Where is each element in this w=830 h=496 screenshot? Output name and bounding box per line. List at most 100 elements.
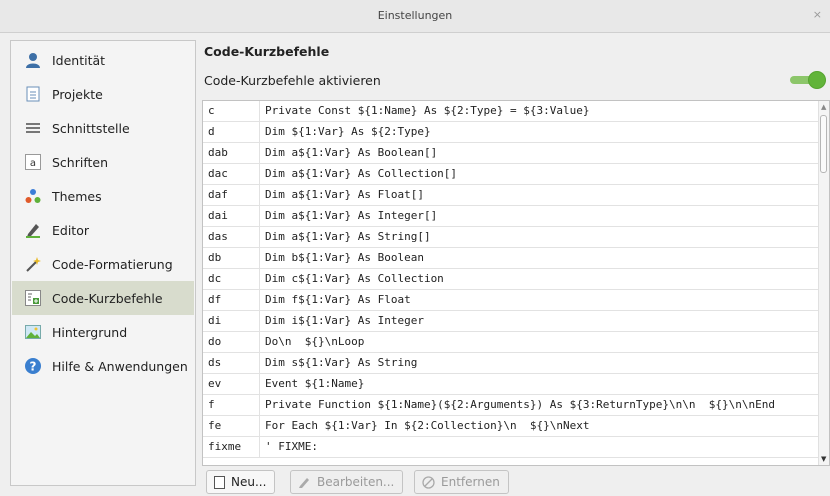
shortcut-code: Dim c${1:Var} As Collection	[265, 272, 444, 285]
sidebar-item-label: Code-Formatierung	[52, 256, 173, 272]
sidebar-item-label: Schnittstelle	[52, 120, 130, 136]
svg-text:?: ?	[30, 360, 37, 374]
sidebar-item-hintergrund[interactable]: Hintergrund	[12, 315, 194, 349]
project-file-icon	[25, 86, 41, 102]
pen-icon	[25, 222, 41, 238]
shortcut-code: Dim a${1:Var} As Integer[]	[265, 209, 438, 222]
shortcut-code: Dim i${1:Var} As Integer	[265, 314, 424, 327]
sidebar-item-code-formatierung[interactable]: Code-Formatierung	[12, 247, 194, 281]
shortcut-code: Dim a${1:Var} As String[]	[265, 230, 431, 243]
window-title: Einstellungen	[377, 9, 453, 22]
sidebar-item-label: Hintergrund	[52, 324, 128, 340]
sidebar-item-label: Schriften	[52, 154, 109, 170]
table-row[interactable]: dai Dim a${1:Var} As Integer[]	[203, 206, 819, 227]
table-row[interactable]: df Dim f${1:Var} As Float	[203, 290, 819, 311]
edit-button[interactable]: Bearbeiten...	[290, 470, 404, 494]
new-document-icon	[214, 475, 225, 489]
table-row[interactable]: di Dim i${1:Var} As Integer	[203, 311, 819, 332]
remove-circle-icon	[422, 475, 435, 489]
table-row[interactable]: d Dim ${1:Var} As ${2:Type}	[203, 122, 819, 143]
code-snippet-icon	[25, 290, 41, 306]
settings-sidebar: Identität Projekte Schnittstelle a Schri…	[10, 40, 196, 486]
scrollbar-thumb[interactable]	[820, 115, 827, 173]
shortcut-code: Private Function ${1:Name}(${2:Arguments…	[265, 398, 775, 411]
close-icon[interactable]: ×	[813, 8, 822, 21]
shortcuts-table: c Private Const ${1:Name} As ${2:Type} = …	[202, 100, 830, 466]
table-row[interactable]: dab Dim a${1:Var} As Boolean[]	[203, 143, 819, 164]
shortcut-key: fe	[203, 416, 260, 436]
enable-shortcuts-label: Code-Kurzbefehle aktivieren	[204, 73, 381, 88]
sidebar-item-label: Identität	[52, 52, 106, 68]
shortcut-code: Dim a${1:Var} As Float[]	[265, 188, 424, 201]
table-row[interactable]: dc Dim c${1:Var} As Collection	[203, 269, 819, 290]
shortcut-key: c	[203, 101, 260, 121]
magic-wand-icon	[25, 256, 41, 272]
table-row[interactable]: do Do\n ${}\nLoop	[203, 332, 819, 353]
shortcut-code: Dim ${1:Var} As ${2:Type}	[265, 125, 431, 138]
table-row[interactable]: f Private Function ${1:Name}(${2:Argument…	[203, 395, 819, 416]
sidebar-item-code-kurzbefehle[interactable]: Code-Kurzbefehle	[12, 281, 194, 315]
shortcut-key: di	[203, 311, 260, 331]
toggle-knob	[808, 71, 826, 89]
sidebar-item-schriften[interactable]: a Schriften	[12, 145, 194, 179]
shortcut-key: f	[203, 395, 260, 415]
remove-button-label: Entfernen	[441, 475, 500, 489]
table-row[interactable]: dac Dim a${1:Var} As Collection[]	[203, 164, 819, 185]
table-row[interactable]: db Dim b${1:Var} As Boolean	[203, 248, 819, 269]
help-icon: ?	[25, 358, 41, 374]
shortcut-code: Dim b${1:Var} As Boolean	[265, 251, 424, 264]
table-row[interactable]: daf Dim a${1:Var} As Float[]	[203, 185, 819, 206]
enable-shortcuts-toggle[interactable]	[790, 70, 826, 90]
scroll-up-icon[interactable]: ▲	[821, 103, 826, 111]
shortcut-code: Do\n ${}\nLoop	[265, 335, 365, 348]
shortcut-code: Private Const ${1:Name} As ${2:Type} = $…	[265, 104, 590, 117]
main-panel: Code-Kurzbefehle Code-Kurzbefehle aktivi…	[196, 40, 830, 496]
shortcut-key: daf	[203, 185, 260, 205]
new-button[interactable]: Neu...	[206, 470, 276, 494]
sidebar-item-projekte[interactable]: Projekte	[12, 77, 194, 111]
table-row[interactable]: ds Dim s${1:Var} As String	[203, 353, 819, 374]
svg-text:a: a	[30, 158, 36, 169]
image-icon	[25, 324, 41, 340]
sidebar-item-hilfe[interactable]: ? Hilfe & Anwendungen	[12, 349, 194, 383]
shortcut-code: Event ${1:Name}	[265, 377, 365, 390]
table-row[interactable]: fe For Each ${1:Var} In ${2:Collection}\n…	[203, 416, 819, 437]
shortcut-code: For Each ${1:Var} In ${2:Collection}\n $…	[265, 419, 590, 432]
shortcut-key: dc	[203, 269, 260, 289]
table-row[interactable]: ev Event ${1:Name}	[203, 374, 819, 395]
shortcut-key: db	[203, 248, 260, 268]
sidebar-item-schnittstelle[interactable]: Schnittstelle	[12, 111, 194, 145]
shortcut-code: Dim a${1:Var} As Collection[]	[265, 167, 458, 180]
edit-button-label: Bearbeiten...	[317, 475, 395, 489]
shortcut-key: das	[203, 227, 260, 247]
sidebar-item-themes[interactable]: Themes	[12, 179, 194, 213]
font-icon: a	[25, 154, 41, 170]
sidebar-item-identitaet[interactable]: Identität	[12, 43, 194, 77]
table-row[interactable]: das Dim a${1:Var} As String[]	[203, 227, 819, 248]
shortcut-code: Dim s${1:Var} As String	[265, 356, 418, 369]
scroll-down-icon[interactable]: ▼	[821, 455, 826, 463]
sidebar-item-editor[interactable]: Editor	[12, 213, 194, 247]
shortcut-key: do	[203, 332, 260, 352]
remove-button[interactable]: Entfernen	[414, 470, 509, 494]
table-scrollbar[interactable]: ▲ ▼	[818, 101, 829, 465]
shortcut-code: ' FIXME:	[265, 440, 318, 453]
new-button-label: Neu...	[231, 475, 267, 489]
sidebar-item-label: Editor	[52, 222, 89, 238]
shortcut-key: ev	[203, 374, 260, 394]
shortcut-code: Dim a${1:Var} As Boolean[]	[265, 146, 438, 159]
shortcut-key: ds	[203, 353, 260, 373]
table-row[interactable]: fixme ' FIXME:	[203, 437, 819, 458]
edit-pen-icon	[298, 476, 311, 489]
shortcut-key: dab	[203, 143, 260, 163]
shortcut-code: Dim f${1:Var} As Float	[265, 293, 411, 306]
section-title: Code-Kurzbefehle	[204, 44, 330, 59]
themes-dots-icon	[25, 188, 41, 204]
shortcut-key: dac	[203, 164, 260, 184]
sidebar-item-label: Hilfe & Anwendungen	[52, 358, 188, 374]
shortcut-key: d	[203, 122, 260, 142]
sidebar-item-label: Code-Kurzbefehle	[52, 290, 163, 306]
sidebar-item-label: Themes	[52, 188, 102, 204]
table-row[interactable]: c Private Const ${1:Name} As ${2:Type} = …	[203, 101, 819, 122]
shortcut-key: dai	[203, 206, 260, 226]
